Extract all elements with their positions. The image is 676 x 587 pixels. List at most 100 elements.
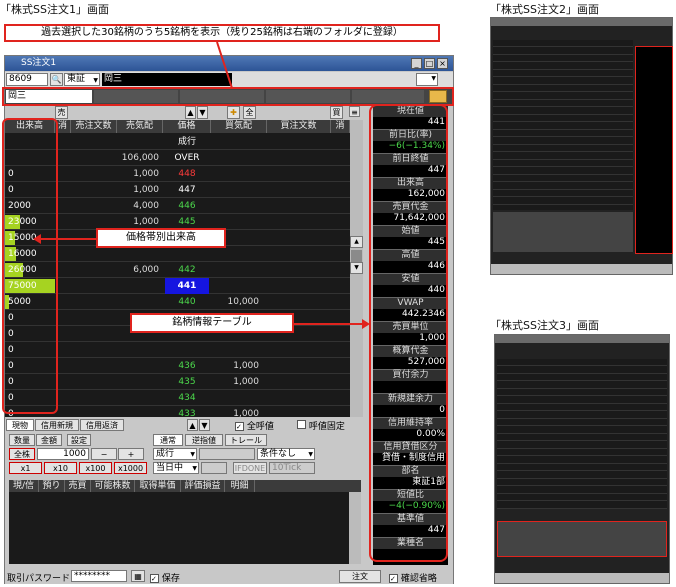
thumb-row [497, 367, 667, 374]
scroll-thumb[interactable] [351, 250, 362, 262]
sell-quote-cell[interactable]: 6,000 [117, 262, 159, 278]
scroll-down-icon[interactable]: ▼ [350, 262, 363, 274]
keyboard-icon[interactable]: ▦ [131, 570, 145, 582]
buy-quote-cell[interactable]: 1,000 [215, 374, 259, 390]
minimize-button[interactable]: _ [411, 58, 422, 69]
date-select[interactable] [201, 462, 227, 474]
password-input[interactable]: ******** [71, 570, 127, 582]
window-select[interactable]: ▼ [416, 73, 438, 86]
holdings-header: 現/信 預り 売買 可能株数 取得単価 評価損益 明細 [9, 480, 361, 492]
close-button[interactable]: × [437, 58, 448, 69]
clear-buy-button[interactable]: 買 [330, 106, 343, 119]
market-select[interactable]: 東証 ▼ [64, 73, 100, 86]
skip-confirm-checkbox[interactable]: ✓ 確認省略 [389, 571, 437, 584]
tab-margin-close[interactable]: 信用返済 [80, 419, 124, 431]
holdings-column-header: 現/信 [9, 480, 39, 492]
price-cell: 448 [178, 169, 196, 179]
holdings-column-header: 可能株数 [91, 480, 135, 492]
search-icon[interactable]: 🔍 [50, 73, 63, 86]
tab-margin-new[interactable]: 信用新規 [35, 419, 79, 431]
table-row: 0 435 1,000 [5, 374, 360, 390]
thumb-row [493, 70, 633, 77]
holdings-scrollbar[interactable] [349, 492, 361, 564]
tick-select[interactable]: 10Tick [269, 462, 315, 474]
column-header: 売気配 [117, 120, 163, 133]
trail-order-tab[interactable]: トレール [225, 434, 267, 446]
qty-label[interactable]: 数量 [9, 434, 35, 446]
column-header: 価格 [163, 120, 211, 133]
all-tick-checkbox[interactable]: ✓ 全呼値 [235, 419, 274, 432]
minus-button[interactable]: − [91, 448, 117, 460]
thumb-row [497, 464, 667, 471]
center-icon[interactable]: ✚ [227, 106, 240, 119]
buy-quote-cell[interactable]: 1,000 [215, 358, 259, 374]
thumb-row [497, 434, 667, 441]
table-row: 75000 441 [5, 278, 360, 294]
scroll-up-button[interactable]: ▲ [187, 419, 198, 431]
thumb-row [493, 40, 633, 47]
thumb-row [497, 472, 667, 479]
buy-quote-cell[interactable]: 10,000 [215, 294, 260, 310]
board-rows: 成行 106,000 OVER 0 1,000 448 0 1,000 447 2000 4,000… [5, 134, 363, 438]
stock-code-input[interactable]: 8609 [6, 73, 48, 86]
order-button[interactable]: 注文 [339, 570, 381, 583]
save-checkbox[interactable]: ✓ 保存 [150, 571, 180, 584]
collapse-button[interactable]: ≡ [349, 106, 360, 117]
multiplier-x1[interactable]: x1 [9, 462, 42, 474]
thumb-row [497, 397, 667, 404]
normal-order-tab[interactable]: 通常 [153, 434, 183, 446]
sell-quote-cell[interactable]: 4,000 [117, 198, 159, 214]
thumb-row [493, 190, 633, 197]
multiplier-x1000[interactable]: x1000 [114, 462, 147, 474]
screen3-footer [495, 573, 669, 583]
column-header: 売注文数 [71, 120, 117, 133]
price-cell: 435 [178, 377, 196, 387]
plus-button[interactable]: + [118, 448, 144, 460]
condition-select[interactable]: 条件なし ▼ [257, 448, 315, 460]
callout-info-leader [294, 323, 362, 325]
period-select[interactable]: 当日中 ▼ [153, 462, 199, 474]
sell-quote-cell[interactable]: 1,000 [117, 182, 159, 198]
board-scrollbar[interactable]: ▲ ▼ [350, 120, 363, 417]
scroll-up-icon[interactable]: ▲ [350, 236, 363, 248]
clear-sell-button[interactable]: 売 [55, 106, 68, 119]
order-type-select[interactable]: 成行 ▼ [153, 448, 197, 460]
sell-quote-cell[interactable]: 1,000 [117, 166, 159, 182]
fixed-tick-checkbox[interactable]: 呼値固定 [297, 419, 345, 432]
maximize-button[interactable]: □ [424, 58, 435, 69]
column-header: 買気配 [211, 120, 267, 133]
thumb-row [493, 115, 633, 122]
thumb-row [493, 138, 633, 145]
thumb-row [497, 359, 667, 366]
table-row: 26000 6,000 442 [5, 262, 360, 278]
all-shares-button[interactable]: 全株 [9, 448, 35, 460]
thumb-row [493, 48, 633, 55]
thumb-row [497, 479, 667, 486]
scroll-down-button[interactable]: ▼ [197, 106, 208, 119]
price-cell: 441 [165, 278, 209, 294]
ifdone-button[interactable]: IFDONE [233, 462, 267, 474]
screen2-thumbnail [490, 17, 673, 275]
stop-order-tab[interactable]: 逆指値 [185, 434, 223, 446]
multiplier-x10[interactable]: x10 [44, 462, 77, 474]
market-value: 東証 [67, 74, 86, 84]
sell-quote-cell[interactable]: 106,000 [117, 150, 159, 166]
amount-label[interactable]: 金額 [36, 434, 62, 446]
scroll-up-button[interactable]: ▲ [185, 106, 196, 119]
thumb-row [493, 78, 633, 85]
quantity-input[interactable]: 1000 [37, 448, 89, 460]
holdings-table [9, 492, 349, 564]
setting-button[interactable]: 設定 [67, 434, 91, 446]
scroll-down-button[interactable]: ▼ [199, 419, 210, 431]
tab-spot[interactable]: 現物 [6, 419, 34, 431]
thumb-row [493, 130, 633, 137]
price-cell: 446 [178, 201, 196, 211]
thumb-row [497, 494, 667, 501]
screen3-thumbnail [494, 334, 670, 584]
price-input[interactable] [199, 448, 255, 460]
thumb-row [497, 502, 667, 509]
screen3-titlebar [495, 335, 669, 343]
multiplier-x100[interactable]: x100 [79, 462, 112, 474]
all-icon[interactable]: 全 [243, 106, 256, 119]
screen2-order-panel [493, 212, 633, 252]
